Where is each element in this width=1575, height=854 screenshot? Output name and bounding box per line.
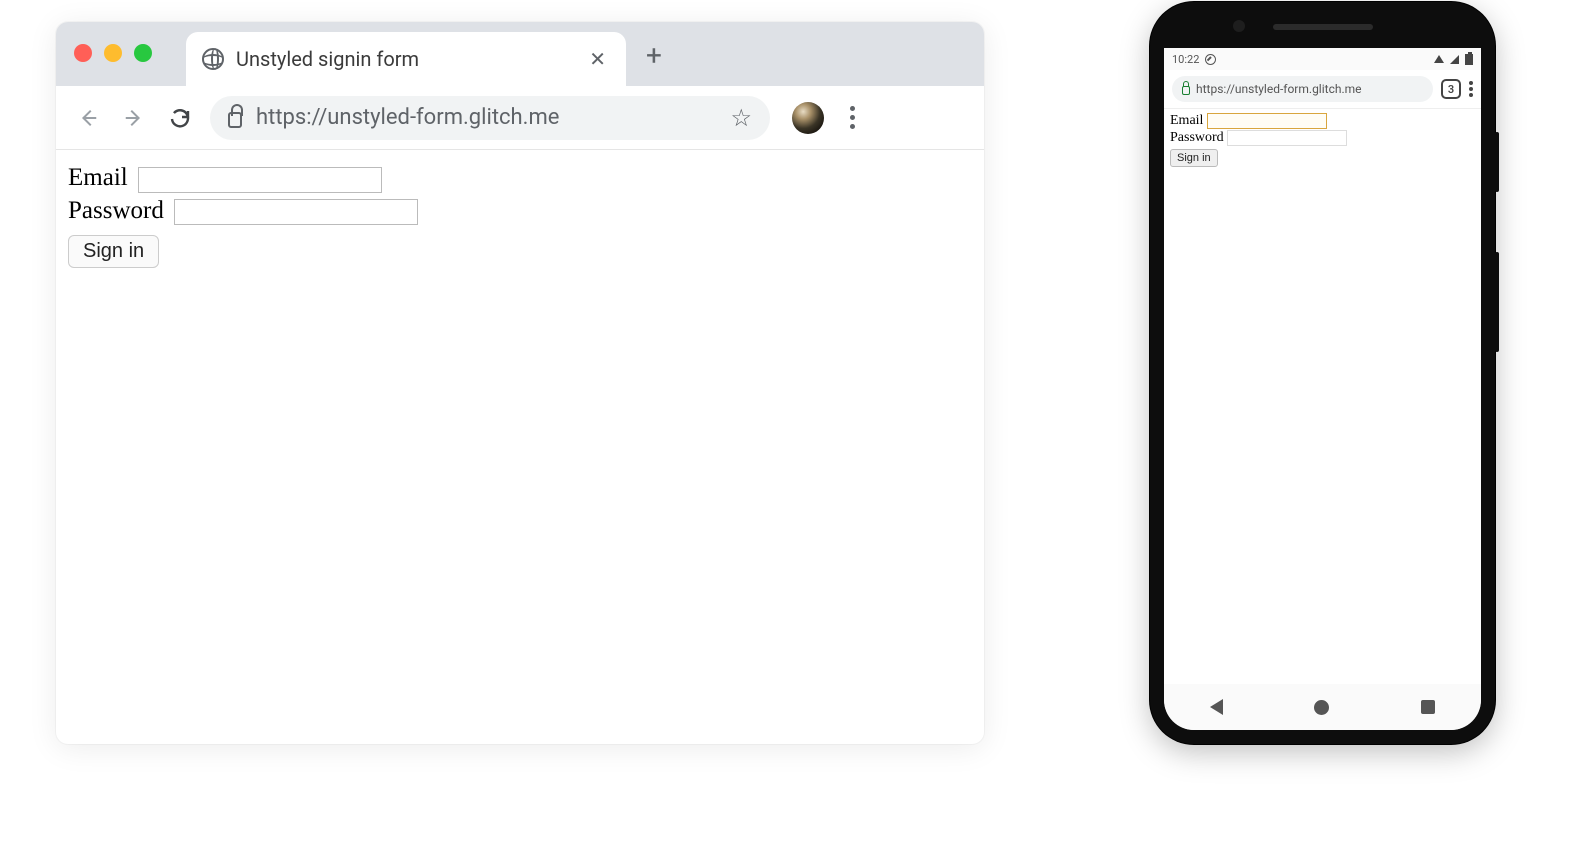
phone-screen: 10:22 https://unstyled-form.glitch.me 3 … xyxy=(1164,48,1481,730)
lock-icon xyxy=(228,112,242,128)
phone-device-frame: 10:22 https://unstyled-form.glitch.me 3 … xyxy=(1150,2,1495,744)
browser-toolbar: https://unstyled-form.glitch.me ☆ xyxy=(56,86,984,150)
email-row: Email xyxy=(68,164,972,193)
phone-password-label: Password xyxy=(1170,130,1224,145)
tab-strip: Unstyled signin form ✕ + xyxy=(56,22,984,86)
phone-url-bar: https://unstyled-form.glitch.me 3 xyxy=(1164,70,1481,109)
phone-camera xyxy=(1233,20,1245,32)
tab-title: Unstyled signin form xyxy=(236,47,573,71)
browser-menu-button[interactable] xyxy=(850,106,855,129)
phone-page-content: Email Password Sign in xyxy=(1164,109,1481,684)
window-controls xyxy=(74,44,152,62)
close-tab-icon[interactable]: ✕ xyxy=(585,47,610,71)
signal-icon xyxy=(1450,55,1459,64)
url-text: https://unstyled-form.glitch.me xyxy=(256,105,559,130)
phone-menu-button[interactable] xyxy=(1469,81,1473,97)
phone-address-bar[interactable]: https://unstyled-form.glitch.me xyxy=(1172,76,1433,102)
page-content: Email Password Sign in xyxy=(56,150,984,282)
profile-avatar[interactable] xyxy=(792,102,824,134)
window-maximize-button[interactable] xyxy=(134,44,152,62)
forward-button[interactable] xyxy=(118,102,150,134)
window-close-button[interactable] xyxy=(74,44,92,62)
phone-email-input[interactable] xyxy=(1207,113,1327,129)
phone-signin-button[interactable]: Sign in xyxy=(1170,149,1218,167)
do-not-disturb-icon xyxy=(1205,54,1216,65)
signin-button[interactable]: Sign in xyxy=(68,235,159,268)
phone-power-button xyxy=(1495,252,1499,352)
lock-icon xyxy=(1182,86,1190,95)
battery-icon xyxy=(1465,54,1473,65)
globe-icon xyxy=(202,48,224,70)
new-tab-button[interactable]: + xyxy=(646,39,662,72)
phone-password-input[interactable] xyxy=(1227,130,1347,146)
email-label: Email xyxy=(68,164,128,191)
phone-email-label: Email xyxy=(1170,113,1203,128)
reload-button[interactable] xyxy=(164,102,196,134)
phone-password-row: Password xyxy=(1170,130,1475,146)
phone-speaker xyxy=(1273,24,1373,30)
phone-side-button xyxy=(1495,132,1499,192)
address-bar[interactable]: https://unstyled-form.glitch.me ☆ xyxy=(210,96,770,140)
browser-tab[interactable]: Unstyled signin form ✕ xyxy=(186,32,626,86)
phone-tab-count: 3 xyxy=(1448,83,1454,96)
password-label: Password xyxy=(68,197,164,224)
android-recent-button[interactable] xyxy=(1421,700,1435,714)
email-input[interactable] xyxy=(138,167,382,193)
phone-tab-switcher[interactable]: 3 xyxy=(1441,79,1461,99)
android-back-button[interactable] xyxy=(1210,699,1223,715)
bookmark-star-icon[interactable]: ☆ xyxy=(730,104,752,132)
window-minimize-button[interactable] xyxy=(104,44,122,62)
password-row: Password xyxy=(68,197,972,226)
password-input[interactable] xyxy=(174,199,418,225)
back-button[interactable] xyxy=(72,102,104,134)
desktop-browser-window: Unstyled signin form ✕ + https://unstyle… xyxy=(56,22,984,744)
status-time: 10:22 xyxy=(1172,53,1199,66)
android-home-button[interactable] xyxy=(1314,700,1329,715)
wifi-icon xyxy=(1434,55,1444,63)
phone-status-bar: 10:22 xyxy=(1164,48,1481,70)
phone-email-row: Email xyxy=(1170,113,1475,129)
phone-url-text: https://unstyled-form.glitch.me xyxy=(1196,82,1362,96)
android-nav-bar xyxy=(1164,684,1481,730)
